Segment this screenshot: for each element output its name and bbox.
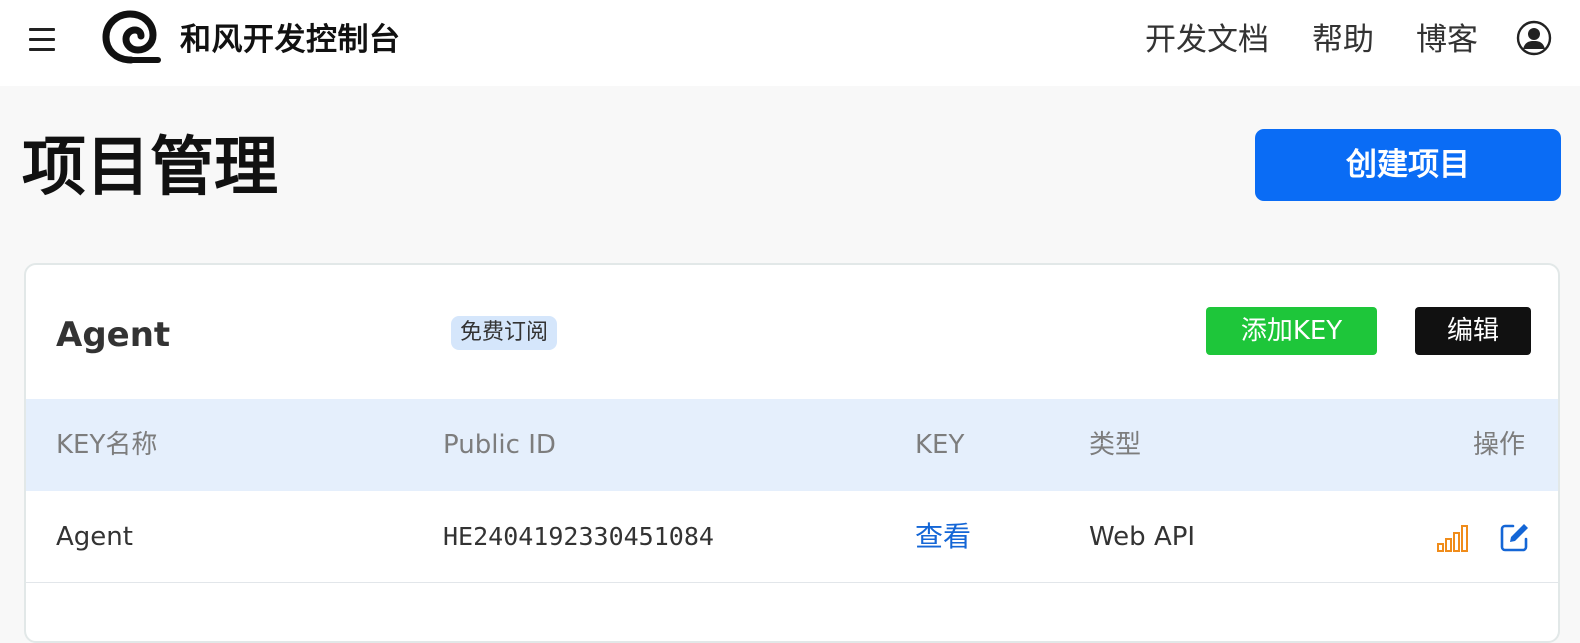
create-project-button[interactable]: 创建项目 bbox=[1255, 129, 1561, 201]
qweather-logo-icon bbox=[102, 10, 161, 64]
view-key-link[interactable]: 查看 bbox=[915, 491, 971, 583]
key-name-cell: Agent bbox=[56, 522, 133, 552]
nav-help-link[interactable]: 帮助 bbox=[1312, 20, 1374, 60]
nav-blog-link[interactable]: 博客 bbox=[1416, 20, 1478, 60]
top-bar: 和风开发控制台 开发文档 帮助 博客 bbox=[0, 0, 1580, 86]
page-title: 项目管理 bbox=[22, 131, 278, 205]
edit-project-button[interactable]: 编辑 bbox=[1415, 307, 1531, 355]
hamburger-menu-icon[interactable] bbox=[26, 24, 60, 54]
col-key-name: KEY名称 bbox=[56, 430, 158, 460]
public-id-cell: HE2404192330451084 bbox=[443, 522, 714, 551]
col-key: KEY bbox=[915, 430, 965, 460]
table-row: Agent HE2404192330451084 查看 Web API bbox=[26, 491, 1558, 583]
edit-icon[interactable] bbox=[1499, 521, 1531, 553]
stats-icon[interactable] bbox=[1436, 523, 1470, 553]
type-cell: Web API bbox=[1089, 522, 1196, 552]
table-header: KEY名称 Public ID KEY 类型 操作 bbox=[26, 399, 1558, 491]
plan-badge: 免费订阅 bbox=[451, 316, 558, 350]
project-name: Agent bbox=[56, 315, 171, 355]
project-card: Agent 免费订阅 添加KEY 编辑 KEY名称 Public ID KEY … bbox=[24, 263, 1560, 643]
nav-docs-link[interactable]: 开发文档 bbox=[1145, 20, 1269, 60]
col-actions: 操作 bbox=[1473, 430, 1526, 460]
col-type: 类型 bbox=[1089, 430, 1142, 460]
col-public-id: Public ID bbox=[443, 430, 556, 460]
user-account-icon[interactable] bbox=[1516, 20, 1552, 56]
brand-title: 和风开发控制台 bbox=[180, 22, 401, 58]
add-key-button[interactable]: 添加KEY bbox=[1206, 307, 1377, 355]
